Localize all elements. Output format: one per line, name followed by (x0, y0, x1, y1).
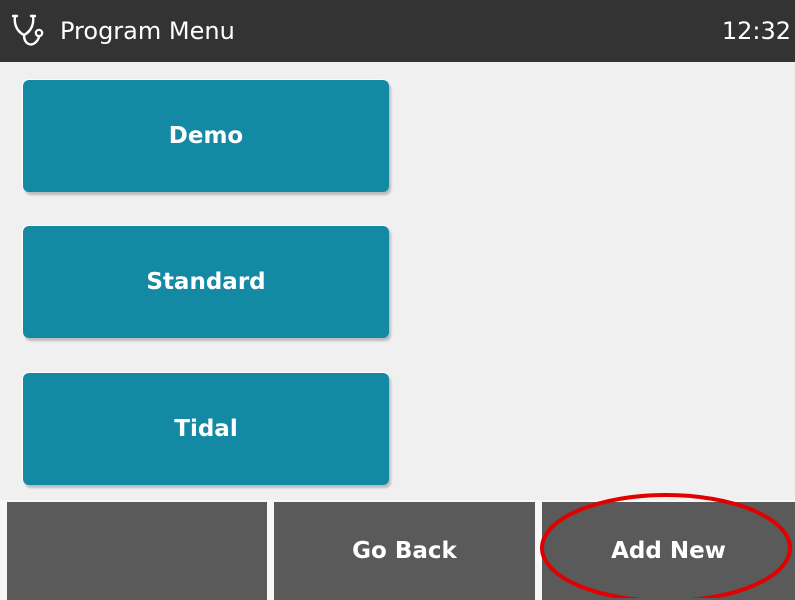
stethoscope-icon (11, 14, 44, 46)
title-bar: Program Menu 12:32 (0, 0, 795, 62)
program-button-demo[interactable]: Demo (23, 80, 389, 192)
page-title: Program Menu (60, 17, 235, 45)
program-button-tidal[interactable]: Tidal (23, 373, 389, 485)
clock: 12:32 (721, 17, 791, 45)
go-back-button[interactable]: Go Back (274, 502, 535, 600)
softkey-empty[interactable] (7, 502, 267, 600)
program-button-standard[interactable]: Standard (23, 226, 389, 338)
add-new-button[interactable]: Add New (542, 502, 795, 600)
program-menu-screen: Program Menu 12:32 Demo Standard Tidal G… (0, 0, 795, 600)
